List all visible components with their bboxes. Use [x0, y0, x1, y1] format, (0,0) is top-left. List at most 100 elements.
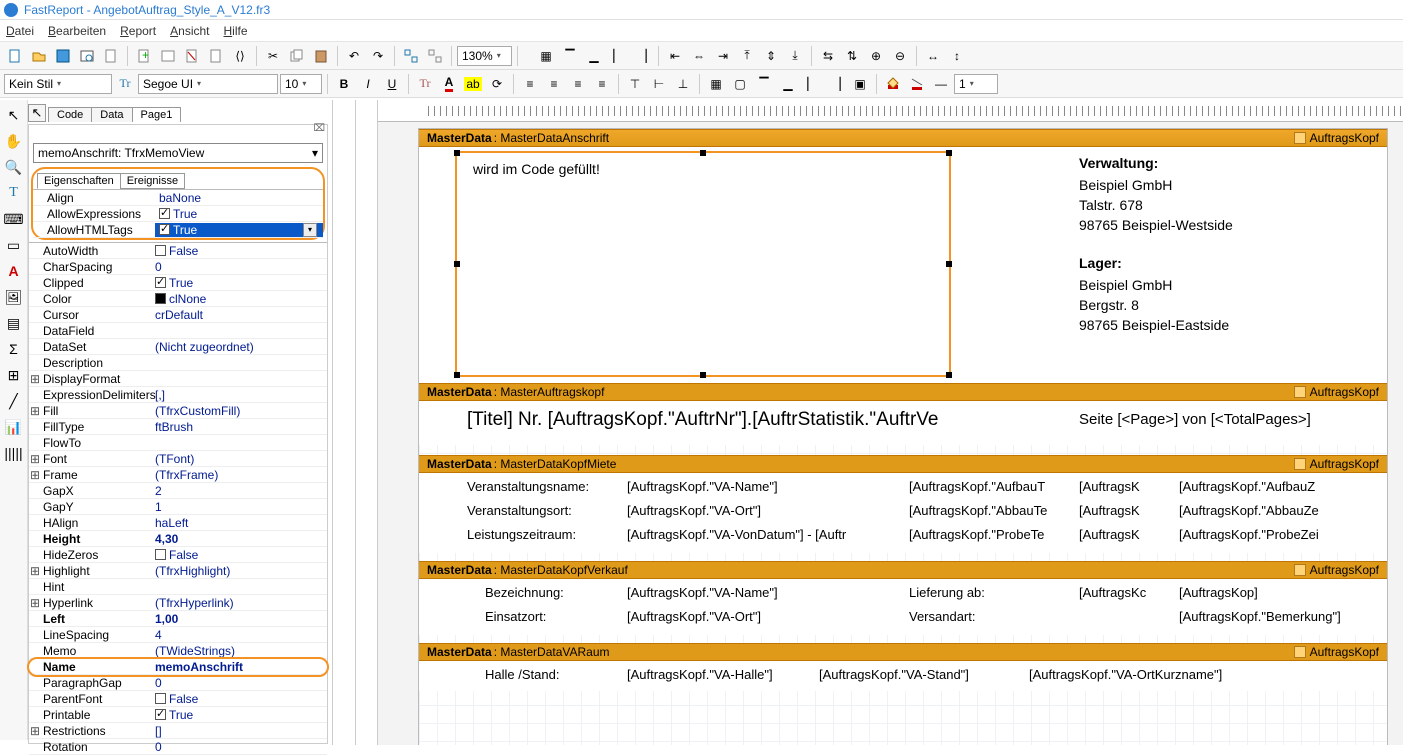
new-dialog-icon[interactable]: [157, 45, 179, 67]
field-d2[interactable]: [AuftragsK: [1079, 503, 1159, 518]
line-tool-icon[interactable]: ╱: [3, 390, 25, 412]
field-aufbau-z[interactable]: [AuftragsKopf."AufbauZ: [1179, 479, 1349, 494]
prop-exprdelim[interactable]: [,]: [151, 388, 327, 402]
menu-datei[interactable]: Datei: [6, 24, 34, 38]
italic-icon[interactable]: I: [357, 73, 379, 95]
prop-paragap[interactable]: 0: [151, 676, 327, 690]
band-masterdata-anschrift[interactable]: MasterData : MasterDataAnschrift Auftrag…: [419, 129, 1387, 383]
field-einsatzort[interactable]: [AuftragsKopf."VA-Ort"]: [627, 609, 761, 624]
space-v-icon[interactable]: ⇅: [841, 45, 863, 67]
field-probe-t[interactable]: [AuftragsKopf."ProbeTe: [909, 527, 1059, 542]
page-settings-icon[interactable]: [205, 45, 227, 67]
field-lieferung-e[interactable]: [AuftragsKop]: [1179, 585, 1349, 600]
save-icon[interactable]: [52, 45, 74, 67]
band-masterdata-kopfverkauf[interactable]: MasterData : MasterDataKopfVerkauf Auftr…: [419, 561, 1387, 635]
grid-icon[interactable]: ▦: [535, 45, 557, 67]
tab-ereignisse[interactable]: Ereignisse: [120, 173, 185, 189]
highlight-icon[interactable]: ab: [462, 73, 484, 95]
border-left-icon[interactable]: ▏: [801, 73, 823, 95]
field-probe-z[interactable]: [AuftragsKopf."ProbeZei: [1179, 527, 1349, 542]
prop-rotation[interactable]: 0: [151, 740, 327, 754]
prop-halign[interactable]: haLeft: [151, 516, 327, 530]
prop-allowexpr[interactable]: True: [155, 207, 323, 221]
menu-bearbeiten[interactable]: Bearbeiten: [48, 24, 106, 38]
prop-dataset[interactable]: (Nicht zugeordnet): [151, 340, 327, 354]
copy-icon[interactable]: [286, 45, 308, 67]
tab-code[interactable]: Code: [48, 107, 92, 122]
field-aufbau-t[interactable]: [AuftragsKopf."AufbauT: [909, 479, 1059, 494]
align-left-icon[interactable]: ⇤: [664, 45, 686, 67]
sigma-tool-icon[interactable]: Σ: [3, 338, 25, 360]
design-canvas[interactable]: MasterData : MasterDataAnschrift Auftrag…: [378, 100, 1403, 745]
prop-align[interactable]: baNone: [155, 191, 323, 205]
rotate-icon[interactable]: ⟳: [486, 73, 508, 95]
same-width-icon[interactable]: ↔: [922, 45, 944, 67]
select-tool-icon[interactable]: ↖: [3, 104, 25, 126]
prop-frame[interactable]: (TfrxFrame): [151, 468, 327, 482]
prop-name[interactable]: memoAnschrift: [151, 660, 327, 674]
border-bottom-icon[interactable]: ▁: [777, 73, 799, 95]
field-va-ort[interactable]: [AuftragsKopf."VA-Ort"]: [627, 503, 761, 518]
border-outer-icon[interactable]: ▣: [849, 73, 871, 95]
frame-right-icon[interactable]: ▕: [631, 45, 653, 67]
prop-charspacing[interactable]: 0: [151, 260, 327, 274]
tab-eigenschaften[interactable]: Eigenschaften: [37, 173, 121, 189]
band-master-auftragskopf[interactable]: MasterData : MasterAuftragskopf Auftrags…: [419, 383, 1387, 445]
field-halle[interactable]: [AuftragsKopf."VA-Halle"]: [627, 667, 773, 682]
border-top-icon[interactable]: ▔: [753, 73, 775, 95]
paste-icon[interactable]: [310, 45, 332, 67]
field-zeitraum[interactable]: [AuftragsKopf."VA-VonDatum"] - [Auftr: [627, 527, 895, 542]
border-right-icon[interactable]: ▕: [825, 73, 847, 95]
prop-hyperlink[interactable]: (TfrxHyperlink): [151, 596, 327, 610]
field-va-name[interactable]: [AuftragsKopf."VA-Name"]: [627, 479, 778, 494]
select-arrow-icon[interactable]: ↖: [28, 104, 46, 122]
prop-autowidth[interactable]: False: [151, 244, 327, 258]
menu-hilfe[interactable]: Hilfe: [224, 24, 248, 38]
prop-allowhtml[interactable]: True: [155, 223, 323, 237]
field-bezeichnung[interactable]: [AuftragsKopf."VA-Name"]: [627, 585, 778, 600]
prop-left[interactable]: 1,00: [151, 612, 327, 626]
new-icon[interactable]: [4, 45, 26, 67]
text-bot-icon[interactable]: ⊥: [672, 73, 694, 95]
field-d1[interactable]: [AuftragsK: [1079, 479, 1159, 494]
text-top-icon[interactable]: ⊤: [624, 73, 646, 95]
text-mid-icon[interactable]: ⊢: [648, 73, 670, 95]
align-middle-icon[interactable]: ⇕: [760, 45, 782, 67]
shape-tool-icon[interactable]: ⊞: [3, 364, 25, 386]
prop-hidezeros[interactable]: False: [151, 548, 327, 562]
new-page-icon[interactable]: +: [133, 45, 155, 67]
memo-title-nr[interactable]: [Titel] Nr. [AuftragsKopf."AuftrNr"].[Au…: [467, 409, 1047, 431]
band-masterdata-kopfmiete[interactable]: MasterData : MasterDataKopfMiete Auftrag…: [419, 455, 1387, 553]
font-icon[interactable]: Tr: [114, 73, 136, 95]
space-h-icon[interactable]: ⇆: [817, 45, 839, 67]
underline-icon[interactable]: U: [381, 73, 403, 95]
memo-tool-icon[interactable]: A: [3, 260, 25, 282]
field-bemerkung[interactable]: [AuftragsKopf."Bemerkung"]: [1179, 609, 1369, 624]
prop-gapx[interactable]: 2: [151, 484, 327, 498]
center-h-icon[interactable]: ⊕: [865, 45, 887, 67]
field-abbau-z[interactable]: [AuftragsKopf."AbbauZe: [1179, 503, 1349, 518]
line-color-icon[interactable]: [906, 73, 928, 95]
tab-data[interactable]: Data: [91, 107, 132, 122]
prop-cursor[interactable]: crDefault: [151, 308, 327, 322]
chart-tool-icon[interactable]: 📊: [3, 416, 25, 438]
font-combo[interactable]: Segoe UI▾: [138, 74, 278, 94]
field-ortkurz[interactable]: [AuftragsKopf."VA-OrtKurzname"]: [1029, 667, 1222, 682]
prop-gapy[interactable]: 1: [151, 500, 327, 514]
prop-memo[interactable]: (TWideStrings): [151, 644, 327, 658]
text-tool-icon[interactable]: T: [3, 182, 25, 204]
prop-fill[interactable]: (TfrxCustomFill): [151, 404, 327, 418]
barcode-tool-icon[interactable]: |||||: [3, 442, 25, 464]
dropdown-icon[interactable]: ▾: [303, 223, 317, 237]
fill-color-icon[interactable]: [882, 73, 904, 95]
ungroup-icon[interactable]: [424, 45, 446, 67]
prop-restrictions[interactable]: []: [151, 724, 327, 738]
same-height-icon[interactable]: ↕: [946, 45, 968, 67]
redo-icon[interactable]: ↷: [367, 45, 389, 67]
page-setup-icon[interactable]: [100, 45, 122, 67]
frame-top-icon[interactable]: ▔: [559, 45, 581, 67]
memo-page-count[interactable]: Seite [<Page>] von [<TotalPages>]: [1079, 411, 1311, 428]
object-select-combo[interactable]: memoAnschrift: TfrxMemoView▾: [33, 143, 323, 163]
picture-tool-icon[interactable]: 🖼: [3, 286, 25, 308]
close-icon[interactable]: ⌧: [313, 123, 325, 134]
